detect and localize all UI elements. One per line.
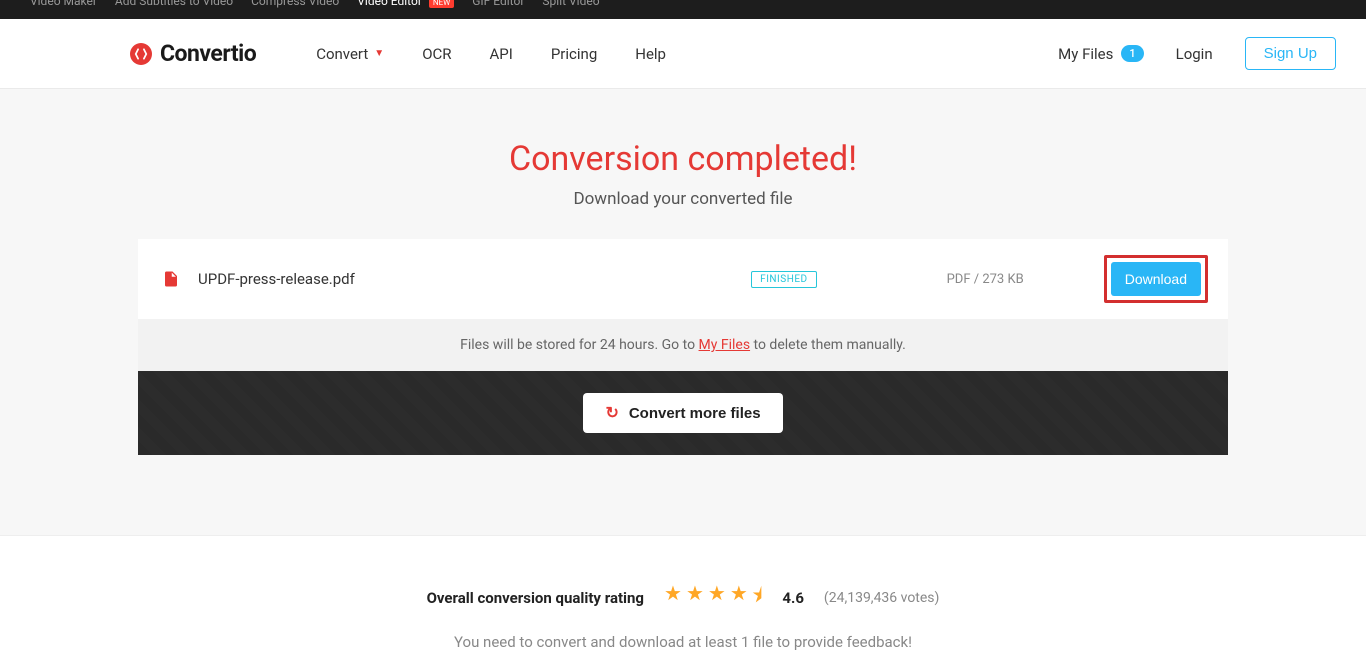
- main-content: Conversion completed! Download your conv…: [0, 89, 1366, 535]
- star-icon: ★: [730, 581, 748, 615]
- nav-help[interactable]: Help: [635, 45, 666, 63]
- file-list: UPDF-press-release.pdf FINISHED PDF / 27…: [138, 239, 1228, 455]
- convert-more-section: ↻ Convert more files: [138, 371, 1228, 455]
- convert-more-button[interactable]: ↻ Convert more files: [583, 393, 782, 433]
- status-badge: FINISHED: [751, 271, 816, 288]
- logo-text: Convertio: [160, 40, 256, 67]
- top-nav-bar: Video Maker Add Subtitles to Video Compr…: [0, 0, 1366, 19]
- signup-button[interactable]: Sign Up: [1245, 37, 1336, 70]
- nav-menu: Convert ▼ OCR API Pricing Help: [316, 45, 666, 63]
- nav-ocr[interactable]: OCR: [422, 45, 451, 63]
- myfiles-count-badge: 1: [1121, 45, 1143, 62]
- main-header: Convertio Convert ▼ OCR API Pricing Help…: [0, 19, 1366, 89]
- refresh-icon: ↻: [605, 403, 618, 423]
- pdf-file-icon: [158, 266, 184, 292]
- logo-icon: [130, 43, 152, 65]
- logo[interactable]: Convertio: [130, 40, 256, 67]
- nav-api[interactable]: API: [490, 45, 513, 63]
- conversion-subheading: Download your converted file: [0, 189, 1366, 209]
- rating-label: Overall conversion quality rating: [427, 589, 644, 607]
- rating-subtext: You need to convert and download at leas…: [0, 633, 1366, 651]
- nav-convert[interactable]: Convert ▼: [316, 45, 384, 63]
- rating-row: Overall conversion quality rating ★ ★ ★ …: [0, 581, 1366, 615]
- topbar-item-video-editor[interactable]: Video Editor NEW: [357, 0, 454, 8]
- myfiles-inline-link[interactable]: My Files: [699, 337, 751, 353]
- topbar-item-add-subtitles[interactable]: Add Subtitles to Video: [115, 0, 233, 8]
- rating-section: Overall conversion quality rating ★ ★ ★ …: [0, 535, 1366, 651]
- star-icon: ★: [686, 581, 704, 615]
- topbar-item-video-maker[interactable]: Video Maker: [30, 0, 97, 8]
- header-right: My Files 1 Login Sign Up: [1058, 37, 1336, 70]
- topbar-item-gif-editor[interactable]: GIF Editor: [472, 0, 524, 8]
- rating-count: (24,139,436 votes): [824, 590, 940, 606]
- storage-note: Files will be stored for 24 hours. Go to…: [138, 319, 1228, 371]
- login-link[interactable]: Login: [1176, 45, 1213, 63]
- star-icon: ★: [708, 581, 726, 615]
- new-badge: NEW: [429, 0, 454, 8]
- file-meta: PDF / 273 KB: [947, 272, 1024, 287]
- myfiles-link[interactable]: My Files 1: [1058, 45, 1143, 63]
- file-name: UPDF-press-release.pdf: [198, 270, 751, 288]
- topbar-item-compress-video[interactable]: Compress Video: [251, 0, 339, 8]
- file-row: UPDF-press-release.pdf FINISHED PDF / 27…: [138, 239, 1228, 319]
- download-highlight: Download: [1104, 255, 1208, 303]
- chevron-down-icon: ▼: [374, 48, 384, 59]
- star-half-icon: ⯨: [752, 581, 763, 615]
- topbar-item-split-video[interactable]: Split Video: [542, 0, 599, 8]
- nav-pricing[interactable]: Pricing: [551, 45, 597, 63]
- heading-area: Conversion completed! Download your conv…: [0, 89, 1366, 239]
- star-icon: ★: [664, 581, 682, 615]
- rating-score: 4.6: [782, 589, 804, 607]
- conversion-complete-heading: Conversion completed!: [0, 139, 1366, 179]
- download-button[interactable]: Download: [1111, 262, 1201, 296]
- rating-stars[interactable]: ★ ★ ★ ★ ⯨: [664, 581, 762, 615]
- spacer: [0, 455, 1366, 535]
